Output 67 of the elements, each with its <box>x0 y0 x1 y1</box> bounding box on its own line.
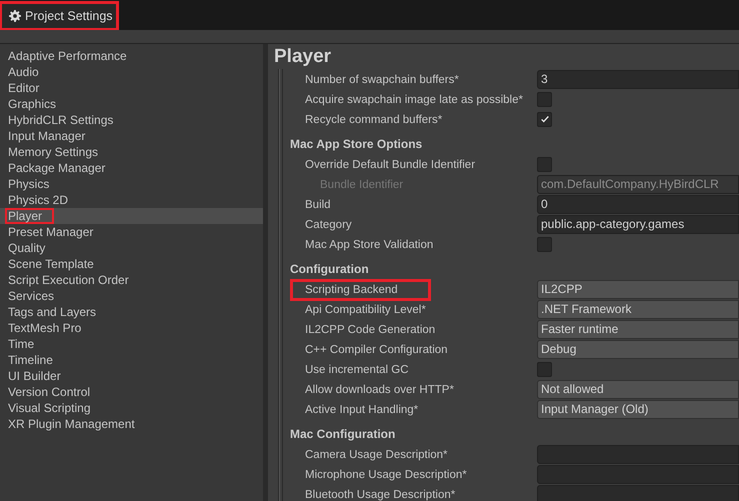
field-label: Api Compatibility Level* <box>305 302 426 316</box>
text-field[interactable]: 0 <box>537 194 739 214</box>
section-header: Configuration <box>290 261 370 278</box>
sidebar-item[interactable]: Time <box>0 336 263 352</box>
field-label: Recycle command buffers* <box>305 112 442 126</box>
panel-title: Player <box>273 45 332 69</box>
field-label: Category <box>305 218 352 232</box>
field-label: Bundle Identifier <box>319 178 404 192</box>
field-label: Bluetooth Usage Description* <box>305 488 456 501</box>
checkbox[interactable] <box>537 156 552 172</box>
sidebar-item[interactable]: Script Execution Order <box>0 272 263 288</box>
sidebar-item[interactable]: XR Plugin Management <box>0 416 263 432</box>
checkbox[interactable] <box>537 236 552 252</box>
sidebar-item[interactable]: Physics <box>0 176 263 192</box>
sidebar-item[interactable]: Package Manager <box>0 160 263 176</box>
sidebar-item[interactable]: Input Manager <box>0 128 263 144</box>
text-field[interactable]: public.app-category.games <box>537 214 739 234</box>
sidebar-item[interactable]: Audio <box>0 64 263 80</box>
dropdown[interactable]: .NET Framework <box>537 300 739 318</box>
sidebar-item[interactable]: Player <box>0 208 263 224</box>
text-field[interactable] <box>537 464 739 484</box>
sidebar-item[interactable]: Visual Scripting <box>0 400 263 416</box>
dropdown[interactable]: Debug <box>537 340 739 358</box>
sidebar-item[interactable]: Scene Template <box>0 256 263 272</box>
sidebar-item[interactable]: Preset Manager <box>0 224 263 240</box>
field-label: Allow downloads over HTTP* <box>305 382 454 396</box>
field-label: Build <box>305 198 331 212</box>
window-tab[interactable]: Project Settings <box>0 2 118 30</box>
settings-icon <box>9 10 21 22</box>
sidebar-item[interactable]: Memory Settings <box>0 144 263 160</box>
field-label: Override Default Bundle Identifier <box>305 158 476 172</box>
dropdown[interactable]: Input Manager (Old) <box>537 400 739 418</box>
sidebar-item[interactable]: HybridCLR Settings <box>0 112 263 128</box>
field-label: Camera Usage Description* <box>305 448 448 462</box>
field-label: Acquire swapchain image late as possible* <box>305 92 523 106</box>
dropdown[interactable]: IL2CPP <box>537 280 739 298</box>
field-label: C++ Compiler Configuration <box>305 342 448 356</box>
field-label: Active Input Handling* <box>305 402 418 416</box>
sidebar-item[interactable]: Version Control <box>0 384 263 400</box>
dropdown[interactable]: Not allowed <box>537 380 739 398</box>
checkbox[interactable] <box>537 362 552 376</box>
field-label: Mac App Store Validation <box>305 238 434 252</box>
section-header: Mac Configuration <box>290 426 396 443</box>
sidebar-item[interactable]: TextMesh Pro <box>0 320 263 336</box>
field-label: Microphone Usage Description* <box>305 468 467 482</box>
text-field[interactable]: 3 <box>537 70 739 88</box>
sidebar-item[interactable]: Graphics <box>0 96 263 112</box>
sidebar-item[interactable]: Physics 2D <box>0 192 263 208</box>
text-field[interactable] <box>537 444 739 464</box>
checkbox[interactable] <box>537 92 552 106</box>
checkbox[interactable] <box>537 112 552 126</box>
sidebar-item[interactable]: Editor <box>0 80 263 96</box>
sidebar-item[interactable]: Adaptive Performance <box>0 48 263 64</box>
sidebar-item[interactable]: Timeline <box>0 352 263 368</box>
sidebar-item[interactable]: Quality <box>0 240 263 256</box>
field-label: IL2CPP Code Generation <box>305 322 436 336</box>
section-header: Mac App Store Options <box>290 136 424 153</box>
field-label: Number of swapchain buffers* <box>305 72 459 86</box>
sidebar-item[interactable]: UI Builder <box>0 368 263 384</box>
field-label: Use incremental GC <box>305 362 409 376</box>
field-label: Scripting Backend <box>290 278 431 300</box>
sidebar-item[interactable]: Services <box>0 288 263 304</box>
text-field[interactable] <box>537 484 739 501</box>
sidebar-item[interactable]: Tags and Layers <box>0 304 263 320</box>
check-icon <box>540 114 550 124</box>
window-title: Project Settings <box>25 9 113 23</box>
dropdown[interactable]: Faster runtime <box>537 320 739 338</box>
